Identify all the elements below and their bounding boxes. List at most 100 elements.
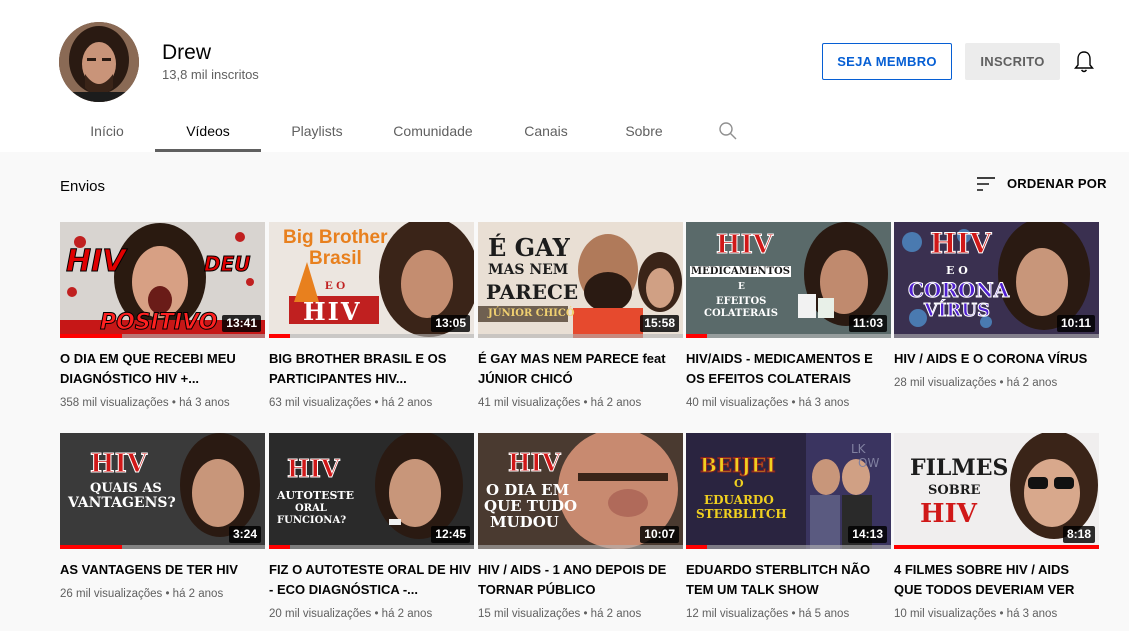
video-title[interactable]: EDUARDO STERBLITCH NÃO TEM UM TALK SHOW bbox=[686, 560, 891, 600]
watch-progress-bar bbox=[894, 334, 1099, 338]
video-card[interactable]: HIV QUAIS AS VANTAGENS? 3:24 AS VANTAGEN… bbox=[60, 433, 265, 600]
videos-section: Envios ORDENAR POR HIV DEU POSITIVO 13:4… bbox=[0, 152, 1129, 631]
video-metadata: 358 mil visualizações • há 3 anos bbox=[60, 397, 230, 409]
tab-videos[interactable]: Vídeos bbox=[155, 110, 261, 152]
thumb-caption: HIV bbox=[287, 454, 341, 483]
thumb-caption: HIV bbox=[303, 297, 362, 326]
thumb-caption: E O bbox=[325, 278, 346, 292]
subscribed-button[interactable]: INSCRITO bbox=[965, 43, 1060, 80]
channel-avatar[interactable] bbox=[59, 22, 139, 102]
video-thumbnail[interactable]: Big Brother Brasil E O HIV 13:05 bbox=[269, 222, 474, 338]
video-metadata: 15 mil visualizações • há 2 anos bbox=[478, 608, 642, 620]
video-title[interactable]: AS VANTAGENS DE TER HIV bbox=[60, 560, 265, 580]
thumb-caption: QUAIS AS bbox=[90, 481, 162, 496]
video-duration: 14:13 bbox=[848, 526, 887, 543]
thumb-caption: MUDOU bbox=[490, 513, 559, 531]
video-metadata: 10 mil visualizações • há 3 anos bbox=[894, 608, 1058, 620]
video-duration: 12:45 bbox=[431, 526, 470, 543]
video-title[interactable]: HIV / AIDS E O CORONA VÍRUS bbox=[894, 349, 1099, 369]
thumb-caption: ORAL bbox=[295, 503, 327, 514]
video-title[interactable]: HIV/AIDS - MEDICAMENTOS E OS EFEITOS COL… bbox=[686, 349, 891, 389]
video-title[interactable]: 4 FILMES SOBRE HIV / AIDS QUE TODOS DEVE… bbox=[894, 560, 1099, 600]
video-duration: 11:03 bbox=[848, 315, 887, 332]
video-metadata: 40 mil visualizações • há 3 anos bbox=[686, 397, 850, 409]
watch-progress-bar bbox=[894, 545, 1099, 549]
tab-inicio[interactable]: Início bbox=[59, 110, 155, 152]
thumb-caption: E bbox=[738, 282, 745, 292]
thumb-caption: E O bbox=[946, 264, 968, 277]
tab-canais[interactable]: Canais bbox=[493, 110, 599, 152]
video-duration: 10:07 bbox=[640, 526, 679, 543]
video-title[interactable]: É GAY MAS NEM PARECE feat JÚNIOR CHICÓ bbox=[478, 349, 683, 389]
thumb-caption: EDUARDO bbox=[704, 493, 774, 507]
video-card[interactable]: LK OW BEIJEI O EDUARDO STERBLITCH 14:13 … bbox=[686, 433, 891, 620]
video-title[interactable]: BIG BROTHER BRASIL E OS PARTICIPANTES HI… bbox=[269, 349, 474, 389]
video-card[interactable]: Big Brother Brasil E O HIV 13:05 BIG BRO… bbox=[269, 222, 474, 409]
watch-progress-fill bbox=[686, 334, 707, 338]
video-metadata: 28 mil visualizações • há 2 anos bbox=[894, 377, 1058, 389]
video-thumbnail[interactable]: HIV MEDICAMENTOS E EFEITOS COLATERAIS 11… bbox=[686, 222, 891, 338]
thumb-caption: PARECE bbox=[486, 280, 579, 304]
thumb-caption: EFEITOS bbox=[716, 296, 767, 307]
video-thumbnail[interactable]: HIV DEU POSITIVO 13:41 bbox=[60, 222, 265, 338]
video-thumbnail[interactable]: HIV QUAIS AS VANTAGENS? 3:24 bbox=[60, 433, 265, 549]
thumb-caption: HIV bbox=[716, 230, 774, 260]
thumb-caption: HIV bbox=[920, 499, 977, 529]
video-duration: 10:11 bbox=[1056, 315, 1095, 332]
channel-header: Drew 13,8 mil inscritos SEJA MEMBRO INSC… bbox=[0, 0, 1129, 152]
watch-progress-bar bbox=[269, 545, 474, 549]
channel-name: Drew bbox=[162, 41, 212, 64]
video-card[interactable]: HIV E O CORONA VÍRUS 10:11 HIV / AIDS E … bbox=[894, 222, 1099, 389]
thumb-caption: FILMES bbox=[910, 455, 1009, 481]
watch-progress-fill bbox=[60, 545, 122, 549]
thumb-caption: MEDICAMENTOS bbox=[690, 266, 791, 277]
video-thumbnail[interactable]: FILMES SOBRE HIV 8:18 bbox=[894, 433, 1099, 549]
video-thumbnail[interactable]: HIV O DIA EM QUE TUDO MUDOU 10:07 bbox=[478, 433, 683, 549]
thumb-caption: Big Brother bbox=[283, 227, 388, 248]
channel-tabs: Início Vídeos Playlists Comunidade Canai… bbox=[59, 110, 767, 152]
tab-sobre[interactable]: Sobre bbox=[599, 110, 689, 152]
video-duration: 15:58 bbox=[640, 315, 679, 332]
watch-progress-bar bbox=[60, 545, 265, 549]
video-thumbnail[interactable]: HIV AUTOTESTE ORAL FUNCIONA? 12:45 bbox=[269, 433, 474, 549]
thumb-caption: DEU bbox=[204, 252, 252, 277]
thumb-caption: Brasil bbox=[309, 248, 362, 269]
tab-playlists[interactable]: Playlists bbox=[261, 110, 373, 152]
thumb-caption: JÚNIOR CHICÓ bbox=[488, 308, 575, 319]
thumb-caption: O bbox=[734, 477, 744, 490]
sort-button[interactable]: ORDENAR POR bbox=[977, 176, 1107, 191]
video-thumbnail[interactable]: É GAY MAS NEM PARECE JÚNIOR CHICÓ 15:58 bbox=[478, 222, 683, 338]
video-card[interactable]: HIV MEDICAMENTOS E EFEITOS COLATERAIS 11… bbox=[686, 222, 891, 409]
thumb-caption: COLATERAIS bbox=[704, 308, 778, 319]
video-card[interactable]: HIV DEU POSITIVO 13:41 O DIA EM QUE RECE… bbox=[60, 222, 265, 409]
video-metadata: 26 mil visualizações • há 2 anos bbox=[60, 588, 224, 600]
video-thumbnail[interactable]: LK OW BEIJEI O EDUARDO STERBLITCH 14:13 bbox=[686, 433, 891, 549]
watch-progress-fill bbox=[686, 545, 707, 549]
video-duration: 8:18 bbox=[1062, 526, 1095, 543]
video-duration: 13:05 bbox=[431, 315, 470, 332]
section-title: Envios bbox=[60, 178, 106, 195]
thumb-caption: HIV bbox=[66, 244, 126, 280]
watch-progress-bar bbox=[478, 545, 683, 549]
video-title[interactable]: O DIA EM QUE RECEBI MEU DIAGNÓSTICO HIV … bbox=[60, 349, 265, 389]
video-card[interactable]: HIV AUTOTESTE ORAL FUNCIONA? 12:45 FIZ O… bbox=[269, 433, 474, 620]
video-title[interactable]: HIV / AIDS - 1 ANO DEPOIS DE TORNAR PÚBL… bbox=[478, 560, 683, 600]
join-membership-button[interactable]: SEJA MEMBRO bbox=[822, 43, 952, 80]
tab-comunidade[interactable]: Comunidade bbox=[373, 110, 493, 152]
video-metadata: 20 mil visualizações • há 2 anos bbox=[269, 608, 433, 620]
thumb-caption: BEIJEI bbox=[700, 453, 777, 477]
channel-search-icon[interactable] bbox=[689, 110, 767, 152]
video-title[interactable]: FIZ O AUTOTESTE ORAL DE HIV - ECO DIAGNÓ… bbox=[269, 560, 474, 600]
watch-progress-fill bbox=[269, 334, 290, 338]
video-card[interactable]: FILMES SOBRE HIV 8:18 4 FILMES SOBRE HIV… bbox=[894, 433, 1099, 620]
video-card[interactable]: É GAY MAS NEM PARECE JÚNIOR CHICÓ 15:58 … bbox=[478, 222, 683, 409]
watch-progress-fill bbox=[269, 545, 290, 549]
watch-progress-fill bbox=[894, 545, 1099, 549]
video-thumbnail[interactable]: HIV E O CORONA VÍRUS 10:11 bbox=[894, 222, 1099, 338]
thumb-caption: MAS NEM bbox=[488, 262, 569, 278]
video-metadata: 63 mil visualizações • há 2 anos bbox=[269, 397, 433, 409]
thumb-caption: CORONA bbox=[907, 278, 1010, 303]
video-card[interactable]: HIV O DIA EM QUE TUDO MUDOU 10:07 HIV / … bbox=[478, 433, 683, 620]
notification-bell-icon[interactable] bbox=[1073, 50, 1095, 74]
watch-progress-bar bbox=[686, 334, 891, 338]
